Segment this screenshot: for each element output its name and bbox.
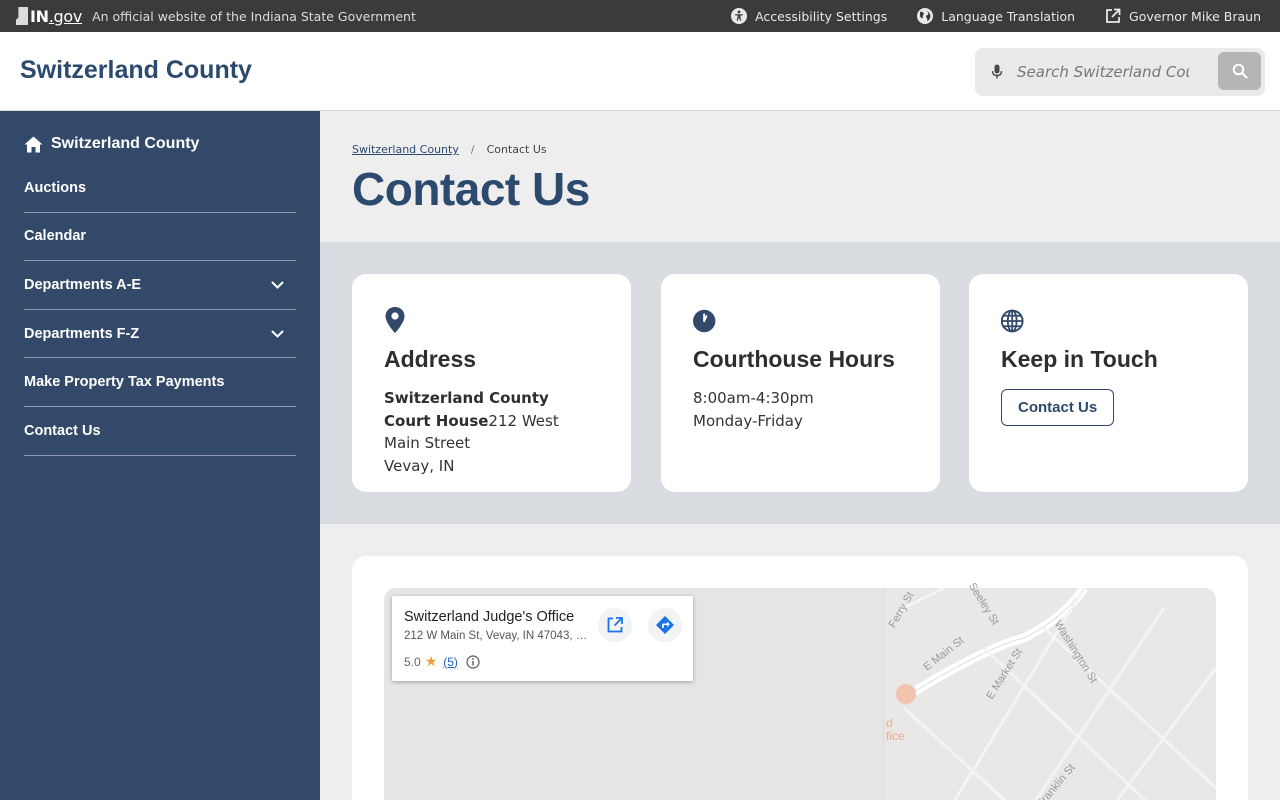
sidebar-item-calendar[interactable]: Calendar xyxy=(24,213,296,262)
sidebar-item-label: Departments F-Z xyxy=(24,325,140,342)
globe-icon xyxy=(917,8,934,24)
governor-label: Governor Mike Braun xyxy=(1129,8,1261,24)
governor-link[interactable]: Governor Mike Braun xyxy=(1105,8,1261,24)
contact-card-band: Address Switzerland County Court House21… xyxy=(320,242,1280,524)
microphone-icon[interactable] xyxy=(991,64,1003,80)
sidebar-item-label: Calendar xyxy=(24,228,87,245)
clock-icon xyxy=(693,306,717,336)
sidebar-home-link[interactable]: Switzerland County xyxy=(24,135,199,153)
contact-us-button[interactable]: Contact Us xyxy=(1001,389,1115,426)
hours-text: 8:00am-4:30pm Monday-Friday xyxy=(693,387,908,432)
map-place-label: fice xyxy=(886,729,905,743)
logo-in-text: IN xyxy=(30,6,49,26)
logo-gov-text: .gov xyxy=(48,6,83,26)
accessibility-label: Accessibility Settings xyxy=(755,8,888,24)
breadcrumb-separator: / xyxy=(470,143,475,156)
review-count-link[interactable]: (5) xyxy=(443,655,458,669)
sidebar-list: Auctions Calendar Departments A-E Depart… xyxy=(24,164,296,456)
breadcrumb-home-link[interactable]: Switzerland County xyxy=(352,143,459,156)
external-link-icon xyxy=(607,617,623,633)
site-header: Switzerland County xyxy=(0,32,1280,111)
indiana-state-icon xyxy=(16,7,28,25)
map-location-pin[interactable] xyxy=(896,684,916,704)
address-title: Address xyxy=(384,346,477,372)
address-text: Switzerland County Court House212 West M… xyxy=(384,387,599,477)
sidebar-item-label: Make Property Tax Payments xyxy=(24,374,225,391)
search-icon xyxy=(1232,63,1248,79)
open-in-maps-button[interactable] xyxy=(598,608,632,642)
sidebar-item-label: Contact Us xyxy=(24,422,101,439)
sidebar-item-property-tax[interactable]: Make Property Tax Payments xyxy=(24,358,296,407)
breadcrumb: Switzerland County / Contact Us xyxy=(352,143,547,156)
chevron-down-icon[interactable] xyxy=(271,330,284,338)
sidebar-item-contact-us[interactable]: Contact Us xyxy=(24,407,296,456)
address-card: Address Switzerland County Court House21… xyxy=(352,274,631,492)
map-pin-icon xyxy=(384,306,408,336)
breadcrumb-current: Contact Us xyxy=(486,143,547,156)
search-input[interactable] xyxy=(1017,63,1189,81)
sidebar-item-departments-f-z[interactable]: Departments F-Z xyxy=(24,310,296,359)
hours-days: Monday-Friday xyxy=(693,411,803,430)
globe-icon xyxy=(1001,306,1025,336)
keep-in-touch-title: Keep in Touch xyxy=(1001,346,1158,372)
external-link-icon xyxy=(1106,8,1121,23)
state-bar: IN .gov An official website of the Indian… xyxy=(0,0,1280,32)
sidebar-item-auctions[interactable]: Auctions xyxy=(24,164,296,213)
rating-value: 5.0 xyxy=(404,654,421,669)
map-place-card: Switzerland Judge's Office 212 W Main St… xyxy=(392,596,693,681)
home-icon xyxy=(24,136,43,152)
in-gov-logo[interactable]: IN .gov xyxy=(16,7,82,26)
directions-button[interactable] xyxy=(648,608,682,642)
search-box xyxy=(975,48,1265,96)
star-icon: ★ xyxy=(424,653,438,669)
hours-time: 8:00am-4:30pm xyxy=(693,389,814,407)
map-place-name: Switzerland Judge's Office xyxy=(404,609,575,625)
sidebar-home-label: Switzerland County xyxy=(51,135,200,152)
sidebar-item-departments-a-e[interactable]: Departments A-E xyxy=(24,261,296,310)
chevron-down-icon[interactable] xyxy=(271,281,284,289)
page-title: Contact Us xyxy=(352,163,590,215)
sidebar-nav: Switzerland County Auctions Calendar Dep… xyxy=(0,111,320,800)
search-button[interactable] xyxy=(1218,52,1261,90)
language-translation-label: Language Translation xyxy=(941,8,1076,24)
official-site-text: An official website of the Indiana State… xyxy=(92,8,416,24)
hours-title: Courthouse Hours xyxy=(693,346,895,372)
directions-icon xyxy=(656,616,674,634)
sidebar-item-label: Departments A-E xyxy=(24,276,142,293)
address-city: Vevay, IN xyxy=(384,456,455,475)
map-place-address: 212 W Main St, Vevay, IN 47043, United S… xyxy=(404,630,590,642)
hours-card: Courthouse Hours 8:00am-4:30pm Monday-Fr… xyxy=(661,274,940,492)
accessibility-settings-link[interactable]: Accessibility Settings xyxy=(731,8,887,24)
accessibility-icon xyxy=(731,8,748,24)
map-place-label: d xyxy=(886,716,893,730)
keep-in-touch-card: Keep in Touch Contact Us xyxy=(969,274,1248,492)
map-place-rating: 5.0 ★ (5) xyxy=(404,653,480,670)
sidebar-item-label: Auctions xyxy=(24,179,87,196)
site-title[interactable]: Switzerland County xyxy=(20,56,252,85)
language-translation-link[interactable]: Language Translation xyxy=(917,8,1075,24)
info-icon[interactable] xyxy=(466,654,480,669)
